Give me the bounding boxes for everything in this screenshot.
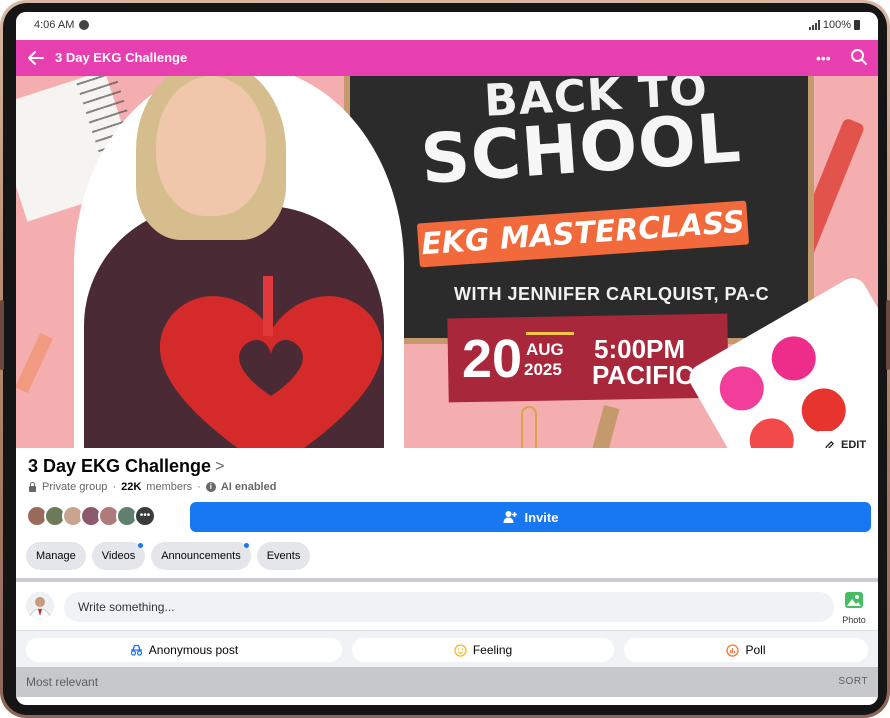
battery-icon [854, 20, 860, 30]
photo-label: Photo [842, 615, 866, 625]
action-label: Poll [745, 643, 766, 657]
smile-icon [454, 643, 467, 657]
user-avatar-icon [26, 592, 54, 620]
cover-timezone: PACIFIC [592, 360, 695, 390]
device-frame: 4:06 AM 100% 3 Day EKG Challenge ••• BAC… [0, 0, 890, 718]
chevron-right-icon: > [215, 457, 225, 475]
sort-button[interactable]: SORT [838, 676, 868, 687]
tab-manage[interactable]: Manage [26, 542, 86, 570]
sort-current: Most relevant [26, 675, 99, 689]
group-name[interactable]: 3 Day EKG Challenge > [28, 456, 224, 477]
section-divider [16, 578, 878, 582]
tab-events[interactable]: Events [256, 542, 311, 570]
edit-cover-label: EDIT [841, 439, 867, 448]
more-horizontal-icon[interactable]: ••• [816, 50, 831, 66]
feeling-button[interactable]: Feeling [352, 638, 614, 662]
edit-cover-button[interactable]: EDIT [814, 431, 877, 448]
action-label: Anonymous post [148, 643, 239, 657]
poll-button[interactable]: Poll [624, 638, 868, 662]
lock-icon [28, 482, 37, 492]
ai-status[interactable]: AI enabled [221, 481, 277, 493]
app-bar-title: 3 Day EKG Challenge [55, 50, 188, 65]
pencil-icon [825, 440, 834, 448]
pencil-decoration [16, 332, 54, 394]
more-members-icon: ••• [134, 505, 156, 527]
meta-separator: · [112, 481, 117, 493]
device-hinge-right [886, 300, 890, 370]
person-face [156, 76, 266, 216]
notification-dot [243, 543, 249, 548]
search-icon[interactable] [850, 48, 868, 66]
group-name-text: 3 Day EKG Challenge [28, 456, 212, 476]
back-arrow-icon[interactable] [26, 48, 46, 68]
add-person-icon [503, 511, 517, 523]
action-label: Feeling [472, 643, 513, 657]
anonymous-post-button[interactable]: Anonymous post [26, 638, 342, 662]
battery-percent: 100% [822, 19, 851, 31]
signal-icon [808, 20, 820, 30]
date-accent-bar [526, 332, 574, 335]
status-right: 100% [808, 19, 860, 31]
invite-label: Invite [524, 509, 559, 525]
status-time: 4:06 AM [34, 19, 75, 31]
tab-label: Videos [101, 550, 136, 562]
group-meta: Private group · 22K members · i AI enabl… [28, 481, 276, 493]
screen: 4:06 AM 100% 3 Day EKG Challenge ••• BAC… [16, 12, 878, 705]
red-heart-icon [159, 276, 383, 448]
group-privacy: Private group [42, 481, 108, 493]
ai-info-icon: i [205, 482, 216, 492]
member-count[interactable]: 22K [121, 481, 141, 493]
tab-videos[interactable]: Videos [91, 542, 146, 570]
tab-label: Events [266, 550, 301, 562]
sort-bar: Most relevant SORT [16, 667, 878, 697]
photo-button[interactable]: Photo [838, 590, 870, 625]
poll-icon [726, 643, 740, 657]
photo-icon [845, 592, 863, 608]
notification-dot [138, 543, 144, 548]
cover-photo[interactable]: BACK TO SCHOOL EKG MASTERCLASS WITH JENN… [16, 76, 878, 448]
group-tabs: Manage Videos Announcements Events [26, 542, 311, 570]
tab-label: Announcements [161, 550, 241, 562]
paperclip-decoration [521, 406, 537, 448]
member-label[interactable]: members [146, 481, 192, 493]
cover-month: AUG [526, 340, 564, 359]
cover-day: 20 [462, 329, 523, 389]
tab-label: Manage [36, 550, 76, 562]
write-something-input[interactable]: Write something... [64, 592, 834, 622]
tab-announcements[interactable]: Announcements [151, 542, 251, 570]
anonymous-icon [130, 644, 142, 656]
meta-separator: · [197, 481, 201, 493]
avatar[interactable] [26, 592, 54, 620]
paintbrush-decoration [588, 404, 620, 448]
cover-year: 2025 [524, 360, 562, 379]
app-bar: 3 Day EKG Challenge ••• [16, 40, 878, 76]
do-not-disturb-icon [79, 20, 89, 30]
invite-button[interactable]: Invite [190, 502, 871, 532]
device-hinge-left [0, 300, 4, 370]
status-bar: 4:06 AM 100% [16, 12, 878, 40]
member-avatars[interactable]: ••• [26, 505, 156, 527]
cover-presenter: WITH JENNIFER CARLQUIST, PA-C [454, 284, 770, 304]
